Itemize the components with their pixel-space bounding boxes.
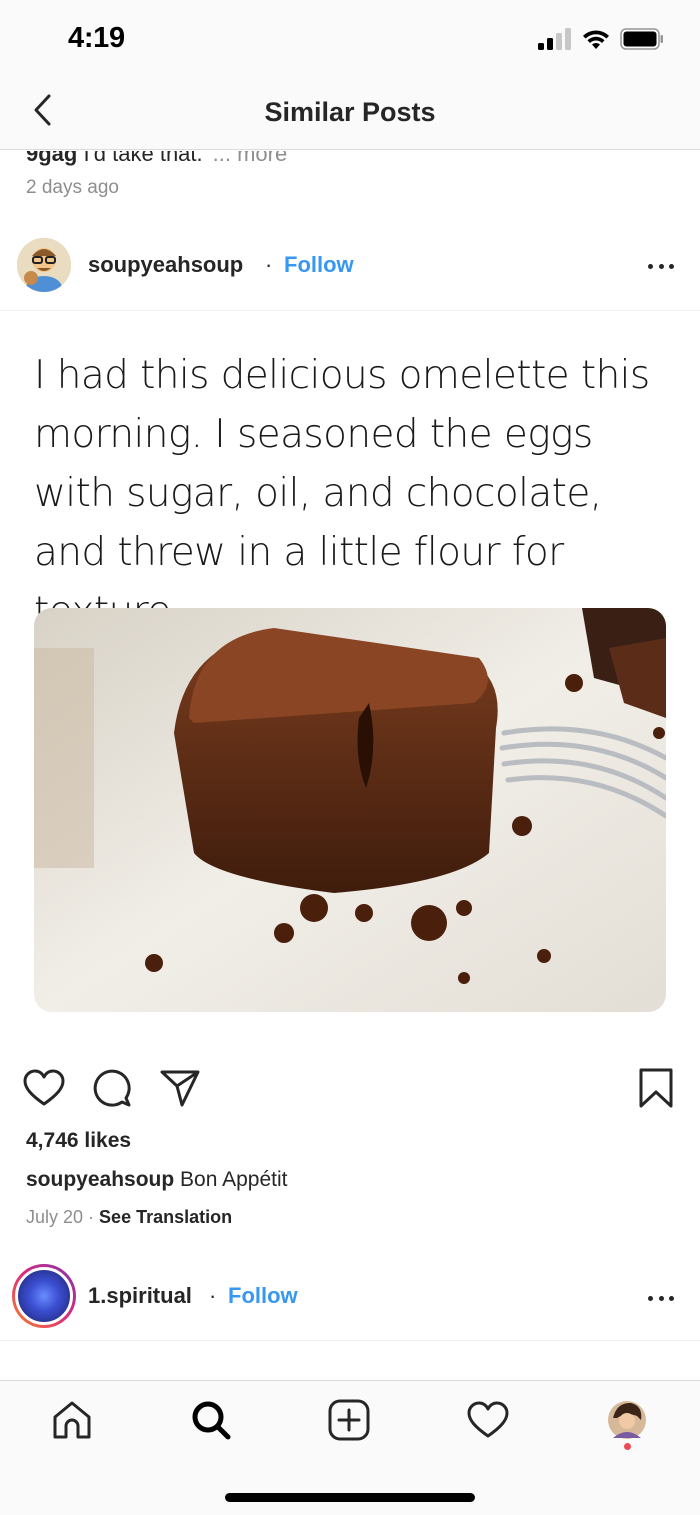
previous-post-caption: 9gag I'd take that. ... more [26,151,287,167]
wifi-icon [583,30,609,49]
tab-home[interactable] [42,1395,102,1445]
heart-icon [467,1401,509,1438]
feed[interactable]: 9gag I'd take that. ... more 2 days ago s… [0,151,700,1380]
home-indicator[interactable] [225,1493,475,1502]
likes-count[interactable]: 4,746 likes [26,1129,131,1153]
tab-bar [0,1380,700,1515]
tab-profile[interactable] [597,1395,657,1445]
post-actions [0,1066,700,1114]
post-header: soupyeahsoup · Follow [0,231,700,311]
next-follow-button[interactable]: Follow [228,1283,298,1309]
status-bar: 4:19 [0,0,700,80]
next-post-username[interactable]: 1.spiritual [88,1283,192,1309]
status-icons [538,24,664,54]
avatar[interactable] [17,238,71,292]
paper-plane-icon [160,1070,200,1107]
nav-bar: Similar Posts [0,80,700,150]
more-link[interactable]: ... more [213,151,288,166]
comment-button[interactable] [90,1066,134,1110]
page-title: Similar Posts [264,97,436,127]
tweet-text: I had this delicious omelette this morni… [34,353,650,634]
brownie-photo [34,608,666,1012]
post-date: July 20 [26,1207,84,1227]
status-time: 4:19 [68,22,125,54]
tab-activity[interactable] [458,1395,518,1445]
heart-icon [23,1069,65,1106]
share-button[interactable] [158,1066,202,1110]
see-translation-link[interactable]: See Translation [99,1207,232,1227]
follow-button[interactable]: Follow [284,252,354,278]
post-media[interactable]: I had this delicious omelette this morni… [34,334,666,1012]
caption-username[interactable]: soupyeahsoup [26,1168,174,1191]
search-icon [192,1401,231,1440]
comment-icon [93,1069,131,1107]
story-avatar[interactable] [12,1264,76,1328]
post-caption: soupyeahsoup Bon Appétit [26,1168,287,1192]
next-more-options-button[interactable] [648,1293,674,1303]
notification-dot [624,1443,631,1450]
avatar-image [15,1267,73,1325]
meta-separator: · [83,1207,100,1227]
previous-post-username[interactable]: 9gag [26,151,77,166]
next-post-header: 1.spiritual · Follow [0,1261,700,1341]
profile-avatar-icon [608,1401,646,1439]
separator-dot: · [209,1283,217,1308]
previous-post-caption-text: I'd take that. [77,151,203,166]
previous-post-timestamp: 2 days ago [26,177,119,198]
more-options-button[interactable] [648,261,674,271]
caption-text: Bon Appétit [174,1168,288,1191]
bookmark-icon [639,1068,673,1108]
post-username[interactable]: soupyeahsoup [88,252,243,278]
like-button[interactable] [22,1066,66,1110]
separator-dot: · [265,252,273,277]
tab-search[interactable] [181,1395,241,1445]
cartoon-avatar-icon [17,238,71,292]
brownie-image [34,608,666,1012]
add-post-icon [328,1399,370,1441]
save-button[interactable] [634,1066,678,1110]
battery-icon [620,28,663,50]
home-icon [53,1401,91,1439]
post-meta: July 20 · See Translation [26,1207,232,1228]
signal-icon [538,28,571,50]
tab-new-post[interactable] [319,1395,379,1445]
